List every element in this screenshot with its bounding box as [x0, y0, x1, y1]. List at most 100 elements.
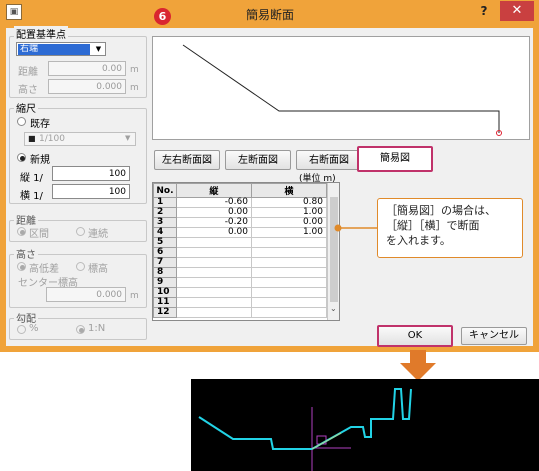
section-preview-svg: [182, 44, 502, 136]
chevron-down-icon[interactable]: ⌄: [330, 304, 337, 313]
window-title: 簡易断面: [245, 8, 294, 22]
vertical-cell[interactable]: 0.00: [175, 207, 252, 218]
table-row[interactable]: 2 0.00 1.00: [153, 207, 328, 218]
distance-label: 距離: [18, 67, 38, 78]
horizontal-cell[interactable]: 0.80: [250, 197, 328, 208]
vertical-scale-label: 縦 1/: [20, 173, 43, 184]
row-number: 10: [153, 287, 177, 298]
height-diff-label: 高低差: [29, 264, 59, 275]
vertical-cell[interactable]: [175, 247, 252, 258]
row-number: 2: [153, 207, 177, 218]
vertical-cell[interactable]: [175, 297, 252, 308]
callout-line: ［簡易図］の場合は、: [386, 204, 496, 217]
vertical-cell[interactable]: [175, 257, 252, 268]
horizontal-cell[interactable]: 1.00: [250, 227, 328, 238]
height-label: 高さ: [18, 85, 38, 96]
section-preview: [152, 36, 530, 140]
table-scrollbar[interactable]: ⌄: [327, 183, 339, 320]
existing-scale-select[interactable]: ■ 1/100 ▼: [24, 132, 136, 146]
row-number: 9: [153, 277, 177, 288]
step-badge: 6: [154, 8, 171, 25]
chevron-down-icon: ▼: [95, 45, 102, 53]
scale-new-radio[interactable]: [17, 153, 26, 162]
row-number: 8: [153, 267, 177, 278]
right-section-button[interactable]: 右断面図: [296, 150, 362, 170]
vertical-scale-input[interactable]: 100: [52, 166, 130, 181]
color-swatch-icon: ■: [28, 134, 36, 143]
horizontal-cell[interactable]: [250, 257, 328, 268]
center-elevation-field[interactable]: 0.000: [46, 287, 126, 302]
vertical-cell[interactable]: [175, 277, 252, 288]
slope-ratio-radio[interactable]: [76, 325, 85, 334]
horizontal-cell[interactable]: [250, 237, 328, 248]
horizontal-cell[interactable]: [250, 297, 328, 308]
scale-existing-label: 既存: [30, 119, 50, 130]
height-diff-radio[interactable]: [17, 262, 26, 271]
table-row[interactable]: 3 -0.20 0.00: [153, 217, 328, 228]
height-elevation-radio[interactable]: [76, 262, 85, 271]
horizontal-cell[interactable]: [250, 247, 328, 258]
horizontal-cell[interactable]: 1.00: [250, 207, 328, 218]
scale-group-label: 縮尺: [14, 100, 38, 115]
placement-select[interactable]: 右端 ▼: [16, 42, 106, 56]
row-number: 5: [153, 237, 177, 248]
distance-continuous-radio[interactable]: [76, 227, 85, 236]
table-row[interactable]: 9: [153, 277, 328, 288]
placement-distance-field[interactable]: 0.00: [48, 61, 126, 76]
table-row[interactable]: 10: [153, 287, 328, 298]
cad-result-view: [191, 379, 539, 471]
horizontal-cell[interactable]: [250, 307, 328, 318]
horizontal-scale-input[interactable]: 100: [52, 184, 130, 199]
scale-existing-radio[interactable]: [17, 117, 26, 126]
cancel-button[interactable]: キャンセル: [461, 327, 527, 345]
help-button[interactable]: ?: [470, 2, 498, 20]
cad-profile-left: [198, 416, 312, 450]
table-header-horizontal: 横: [250, 183, 328, 198]
unit-label: m: [130, 83, 139, 93]
table-row[interactable]: 6: [153, 247, 328, 258]
table-row[interactable]: 8: [153, 267, 328, 278]
slope-percent-radio[interactable]: [17, 325, 26, 334]
horizontal-cell[interactable]: 0.00: [250, 217, 328, 228]
placement-height-field[interactable]: 0.000: [48, 79, 126, 94]
vertical-cell[interactable]: [175, 267, 252, 278]
close-button[interactable]: ✕: [500, 1, 534, 21]
vertical-cell[interactable]: -0.20: [175, 217, 252, 228]
unit-label: m: [130, 65, 139, 75]
table-row[interactable]: 11: [153, 297, 328, 308]
callout-line: を入れます。: [386, 234, 451, 247]
horizontal-cell[interactable]: [250, 267, 328, 278]
vertical-cell[interactable]: 0.00: [175, 227, 252, 238]
table-row[interactable]: 1 -0.60 0.80: [153, 197, 328, 208]
app-icon: ▣: [6, 4, 22, 20]
dialog-window: ▣ 6 簡易断面 ? ✕ 配置基準点 右端 ▼ 距離 0.00 m 高さ 0.0…: [0, 0, 539, 352]
distance-continuous-label: 連続: [88, 229, 108, 240]
horizontal-cell[interactable]: [250, 287, 328, 298]
placement-group-label: 配置基準点: [14, 26, 68, 41]
horizontal-cell[interactable]: [250, 277, 328, 288]
table-row[interactable]: 12: [153, 307, 328, 318]
table-row[interactable]: 7: [153, 257, 328, 268]
row-number: 1: [153, 197, 177, 208]
height-elevation-label: 標高: [88, 264, 108, 275]
left-section-button[interactable]: 左断面図: [225, 150, 291, 170]
height-group-label: 高さ: [14, 246, 38, 261]
left-right-section-button[interactable]: 左右断面図: [154, 150, 220, 170]
down-arrow-icon: [400, 350, 436, 381]
distance-interval-radio[interactable]: [17, 227, 26, 236]
vertical-cell[interactable]: [175, 287, 252, 298]
table-row[interactable]: 5: [153, 237, 328, 248]
row-number: 12: [153, 307, 177, 318]
cad-section-svg: [198, 388, 412, 471]
vertical-cell[interactable]: [175, 307, 252, 318]
slope-ratio-label: 1:N: [88, 323, 106, 334]
row-number: 11: [153, 297, 177, 308]
vertical-cell[interactable]: -0.60: [175, 197, 252, 208]
existing-scale-value: 1/100: [39, 134, 65, 144]
simple-section-button[interactable]: 簡易図: [357, 146, 433, 172]
row-number: 6: [153, 247, 177, 258]
ok-button[interactable]: OK: [377, 325, 453, 347]
table-row[interactable]: 4 0.00 1.00: [153, 227, 328, 238]
vertical-cell[interactable]: [175, 237, 252, 248]
instruction-callout: ［簡易図］の場合は、 ［縦］［横］で断面 を入れます。: [377, 198, 523, 258]
